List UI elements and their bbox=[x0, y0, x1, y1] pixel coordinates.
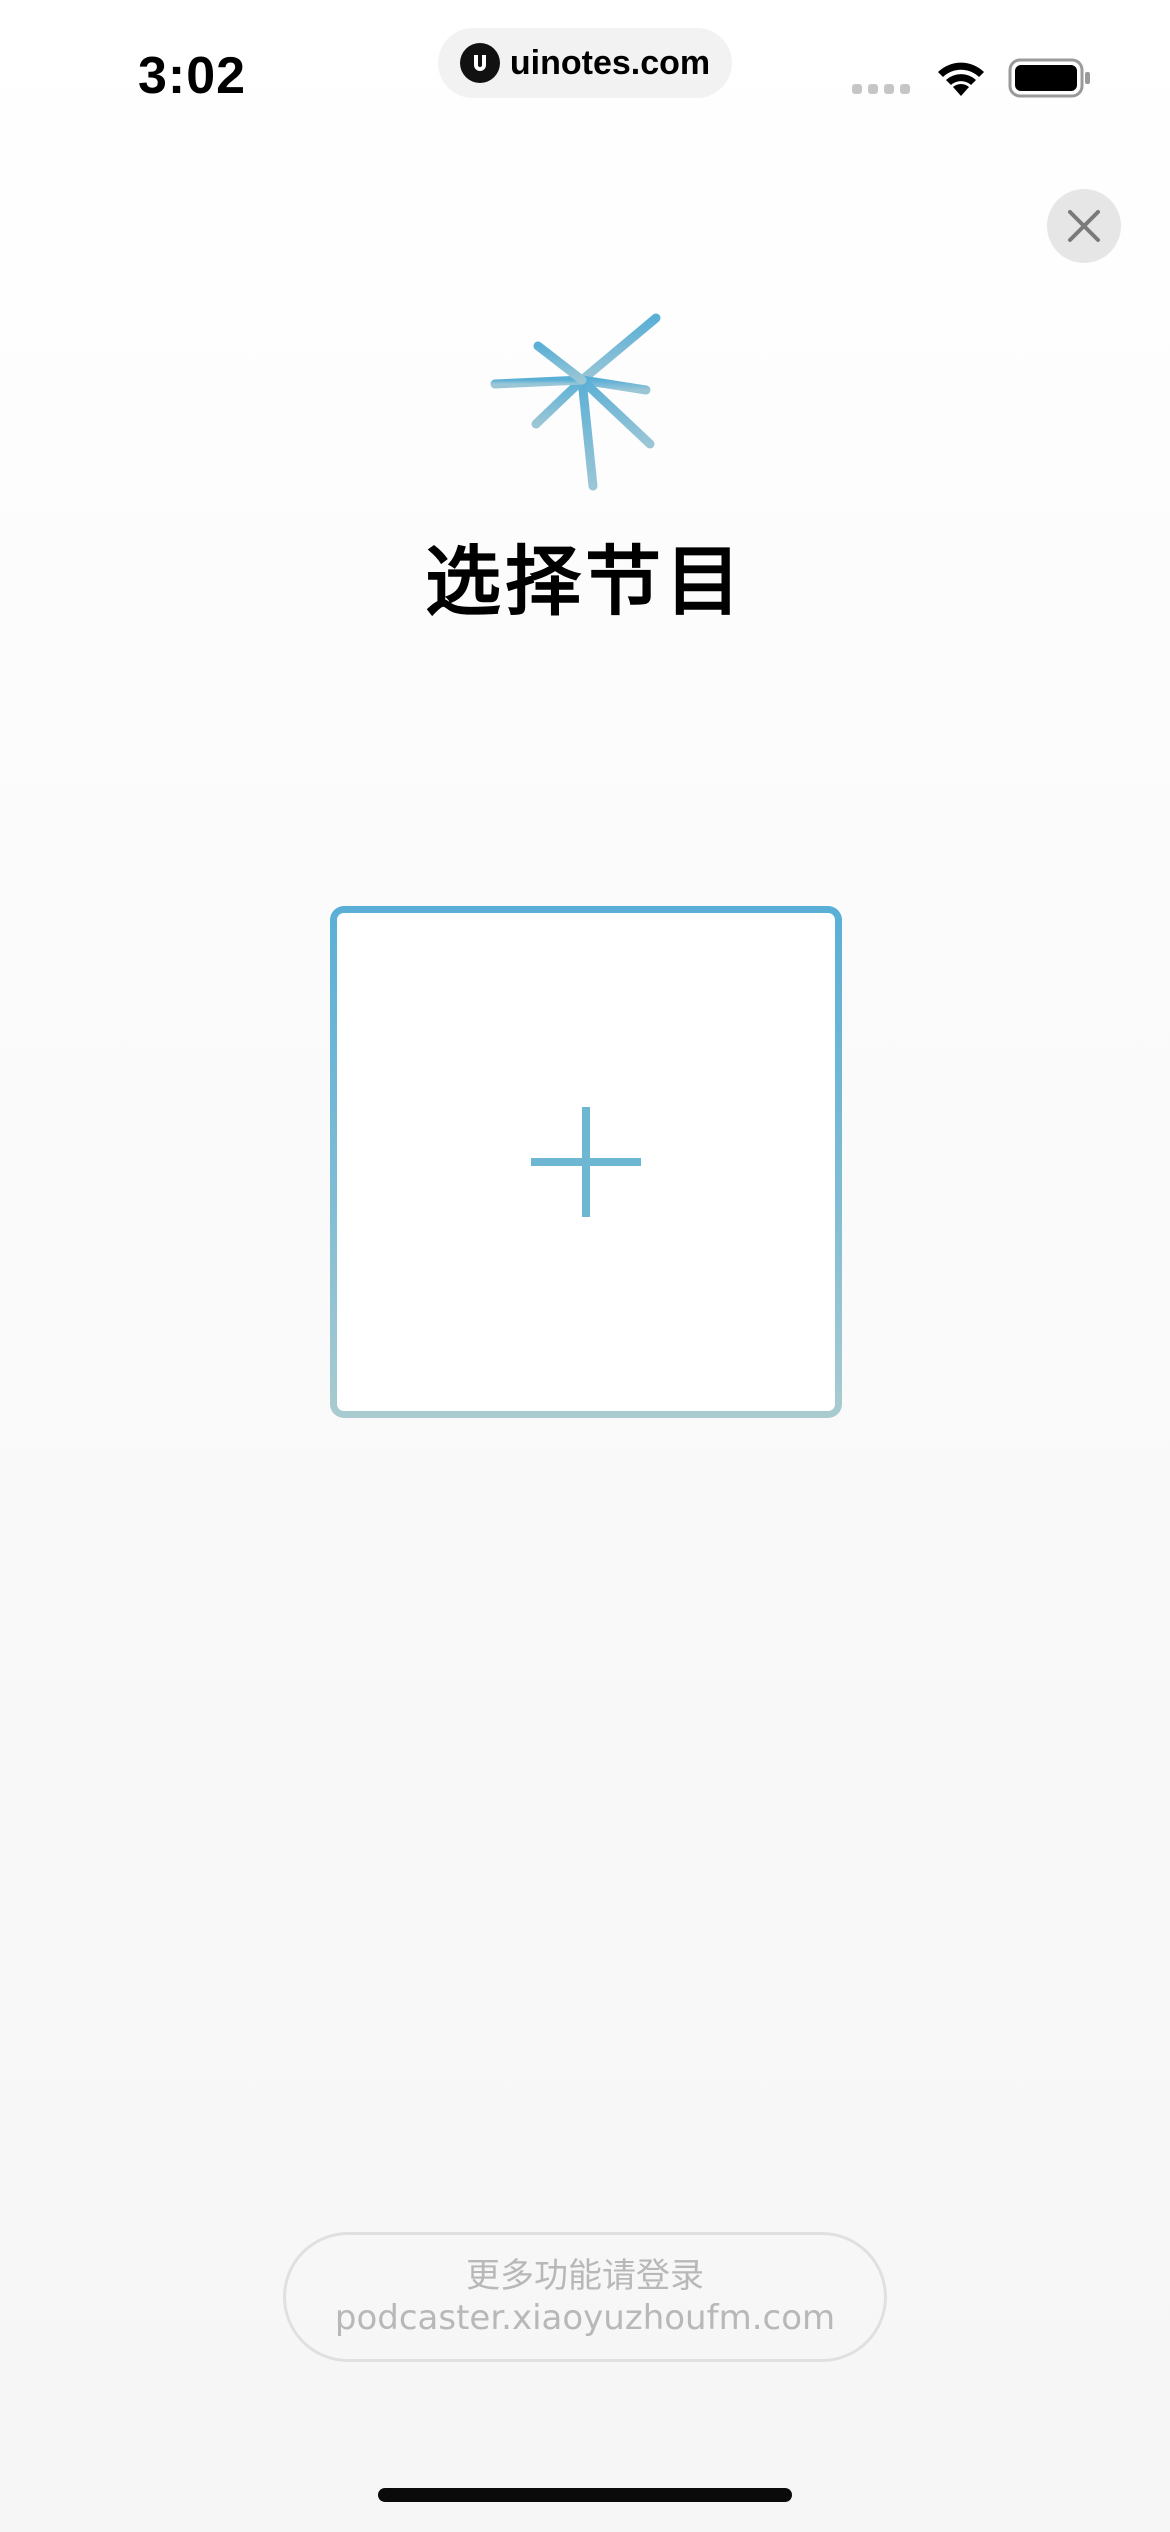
watermark-badge: uinotes.com bbox=[438, 28, 732, 98]
login-hint-text: 更多功能请登录 bbox=[466, 2256, 704, 2296]
asterisk-star-icon bbox=[480, 290, 690, 504]
home-indicator[interactable] bbox=[378, 2488, 792, 2502]
watermark-logo-icon bbox=[459, 43, 500, 83]
login-hint-url: podcaster.xiaoyuzhoufm.com bbox=[334, 2298, 836, 2338]
add-program-button[interactable] bbox=[330, 906, 842, 1418]
battery-icon bbox=[1008, 58, 1092, 102]
page-title: 选择节目 bbox=[425, 537, 745, 626]
login-hint-button[interactable]: 更多功能请登录 podcaster.xiaoyuzhoufm.com bbox=[283, 2232, 887, 2362]
close-icon bbox=[1068, 210, 1100, 242]
status-bar: 3:02 uinotes.com bbox=[0, 0, 1170, 150]
watermark-text: uinotes.com bbox=[509, 43, 711, 82]
status-time: 3:02 bbox=[138, 47, 247, 105]
close-button[interactable] bbox=[1047, 189, 1121, 263]
wifi-icon bbox=[932, 56, 990, 102]
signal-icon bbox=[852, 84, 910, 94]
plus-icon bbox=[531, 1107, 641, 1217]
